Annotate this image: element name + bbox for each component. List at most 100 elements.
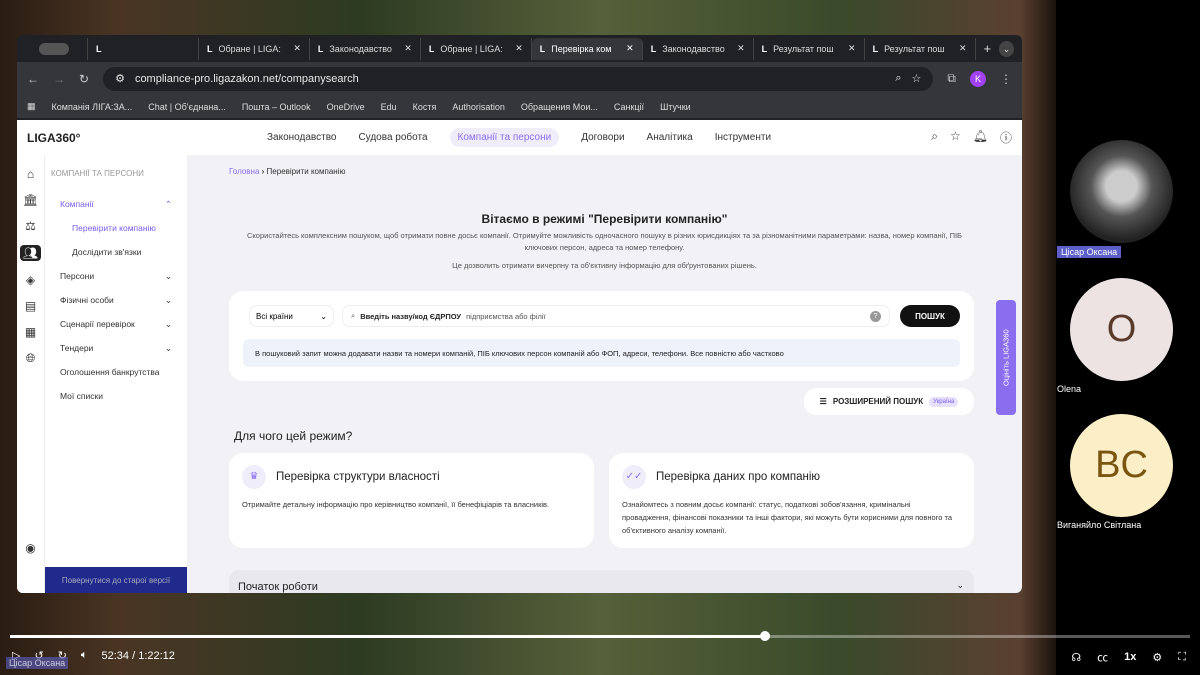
country-select[interactable]: Всі країни ⌄	[249, 305, 334, 327]
nav-court[interactable]: Судова робота	[358, 132, 427, 143]
gavel-icon[interactable]: ⚖	[25, 219, 36, 233]
settings-icon[interactable]: ⚙	[1152, 651, 1162, 664]
url-field[interactable]: ⚙ compliance-pro.ligazakon.net/companysea…	[103, 66, 934, 91]
close-icon[interactable]: ✕	[848, 43, 856, 54]
bookmark-folder[interactable]: Штучки	[660, 102, 691, 112]
forward-icon[interactable]: →	[53, 72, 65, 86]
participant-avatar: O	[1070, 278, 1173, 381]
company-search-input[interactable]: ⌕ Введіть назву/код ЄДРПОУ підприємства аб…	[342, 305, 890, 327]
help-icon[interactable]: ⓘ	[1000, 129, 1012, 146]
chevron-down-icon: ⌄	[956, 580, 964, 590]
tab-label: Законодавство	[662, 43, 725, 54]
volume-icon[interactable]: 🔈︎	[81, 649, 88, 662]
country-tag: Україна	[929, 396, 959, 407]
bookmark-star-icon[interactable]: ☆	[912, 72, 922, 85]
seek-handle[interactable]	[760, 631, 771, 641]
bookmark[interactable]: Обращения Мои...	[521, 102, 598, 112]
nav-tools[interactable]: Інструменти	[715, 132, 771, 143]
rate-liga360-tab[interactable]: Оцініть LIGA360	[996, 300, 1016, 415]
advanced-search-button[interactable]: ☰ РОЗШИРЕНИЙ ПОШУК Україна	[804, 388, 974, 415]
captions-icon[interactable]: ㏄	[1097, 649, 1108, 665]
calculator-icon[interactable]: ▦	[25, 325, 36, 339]
bookmark-folder[interactable]: Костя	[413, 102, 437, 112]
bookmark[interactable]: Chat | Об'єднана...	[148, 102, 226, 112]
profile-avatar[interactable]: K	[970, 70, 986, 87]
close-icon[interactable]: ✕	[626, 43, 634, 54]
bell-icon[interactable]: 🔔︎	[973, 129, 988, 146]
apps-icon[interactable]: ▦	[27, 101, 36, 112]
breadcrumb-home[interactable]: Головна	[229, 167, 259, 176]
tab-label: Перевірка ком	[551, 43, 612, 54]
main-content: Головна › Перевірити компанію Вітаємо в …	[187, 155, 1022, 593]
menu-check-company[interactable]: Перевірити компанію	[45, 216, 187, 240]
menu-icon[interactable]: ⋮	[1000, 72, 1012, 86]
search-icon[interactable]: ⌕	[931, 129, 938, 146]
star-icon[interactable]: ☆	[950, 129, 961, 146]
icon-rail: ⌂ 🏛︎ ⚖ 👥︎ ◈ ▤ ▦ 🌐︎ ◉	[17, 155, 45, 593]
shared-screen-browser: L L Обране | LIGA: ✕ L Законодавство ✕ L Обра…	[17, 35, 1022, 593]
participant-avatar	[1070, 140, 1173, 243]
help-icon[interactable]: ?	[870, 310, 881, 322]
nav-analytics[interactable]: Аналітика	[647, 132, 693, 143]
menu-companies[interactable]: Компанії ⌃	[45, 192, 187, 216]
reload-icon[interactable]: ↻	[79, 72, 89, 86]
user-icon[interactable]: ◉	[25, 541, 35, 555]
back-icon[interactable]: ←	[27, 72, 39, 86]
browser-tab[interactable]: L Законодавство ✕	[643, 37, 754, 60]
logo[interactable]: LIGA360°	[27, 131, 267, 145]
close-icon[interactable]: ✕	[293, 43, 301, 54]
document-icon[interactable]: ▤	[25, 299, 36, 313]
section-heading: Для чого цей режим?	[234, 429, 353, 443]
extensions-icon[interactable]: ⧉	[947, 71, 956, 86]
new-tab-button[interactable]: +	[976, 41, 1000, 56]
nav-companies-persons[interactable]: Компанії та персони	[449, 128, 560, 147]
menu-my-lists[interactable]: Мої списки	[45, 384, 187, 408]
close-icon[interactable]: ✕	[404, 43, 412, 54]
tab-group[interactable]	[31, 37, 88, 60]
browser-tab[interactable]: L Результат пош ✕	[754, 37, 865, 60]
fullscreen-icon[interactable]: ⛶	[1178, 651, 1186, 664]
companies-icon[interactable]: 👥︎	[19, 245, 42, 261]
site-settings-icon[interactable]: ⚙	[115, 72, 125, 85]
bookmark[interactable]: Edu	[381, 102, 397, 112]
tab-search-button[interactable]: ⌄	[999, 40, 1014, 57]
back-to-old-version-button[interactable]: Повернутися до старої версії	[45, 567, 187, 593]
tag-icon[interactable]: ◈	[26, 273, 35, 287]
close-icon[interactable]: ✕	[515, 43, 523, 54]
nav-contracts[interactable]: Договори	[581, 132, 624, 143]
seek-bar[interactable]	[10, 631, 1190, 641]
home-icon[interactable]: ⌂	[27, 167, 34, 181]
bookmark[interactable]: Компанія ЛІГА:ЗА...	[52, 102, 133, 112]
browser-tab[interactable]: L	[88, 37, 199, 60]
browser-tab[interactable]: L Результат пош ✕	[865, 37, 976, 60]
speed-button[interactable]: 1x	[1124, 651, 1136, 663]
menu-scenarios[interactable]: Сценарії перевірок ⌄	[45, 312, 187, 336]
globe-icon[interactable]: 🌐︎	[26, 351, 36, 366]
zoom-icon[interactable]: ⌕	[895, 72, 901, 85]
bookmark[interactable]: Authorisation	[452, 102, 505, 112]
audio-icon[interactable]: ☊	[1071, 651, 1081, 664]
browser-tab[interactable]: L Законодавство ✕	[310, 37, 421, 60]
menu-explore-links[interactable]: Дослідити зв'язки	[45, 240, 187, 264]
menu-tenders[interactable]: Тендери ⌄	[45, 336, 187, 360]
menu-bankruptcy[interactable]: Оголошення банкрутства	[45, 360, 187, 384]
browser-tab[interactable]: L Обране | LIGA: ✕	[421, 37, 532, 60]
main-nav: Законодавство Судова робота Компанії та …	[267, 128, 771, 147]
getting-started-accordion[interactable]: Початок роботи ⌄	[229, 570, 974, 593]
bookmark[interactable]: Пошта – Outlook	[242, 102, 311, 112]
search-button[interactable]: ПОШУК	[900, 305, 960, 327]
close-icon[interactable]: ✕	[959, 43, 967, 54]
menu-persons[interactable]: Персони ⌄	[45, 264, 187, 288]
tab-label: Обране | LIGA:	[440, 43, 503, 54]
bank-icon[interactable]: 🏛︎	[23, 193, 38, 207]
bookmark[interactable]: OneDrive	[327, 102, 365, 112]
bookmark[interactable]: Санкції	[614, 102, 644, 112]
browser-tab[interactable]: L Обране | LIGA: ✕	[199, 37, 310, 60]
browser-tab-active[interactable]: L Перевірка ком ✕	[531, 37, 643, 60]
nav-legislation[interactable]: Законодавство	[267, 132, 336, 143]
close-icon[interactable]: ✕	[737, 43, 745, 54]
url-text: compliance-pro.ligazakon.net/companysear…	[134, 72, 359, 85]
menu-individuals[interactable]: Фізичні особи ⌄	[45, 288, 187, 312]
feature-card-ownership: ♛ Перевірка структури власності Отримайте …	[229, 453, 594, 548]
search-icon: ⌕	[351, 311, 356, 320]
